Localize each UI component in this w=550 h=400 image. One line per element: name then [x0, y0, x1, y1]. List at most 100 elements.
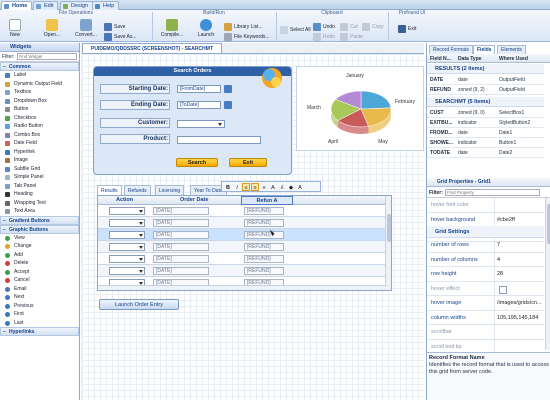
tab-edit[interactable]: Edit — [33, 1, 59, 10]
field-row[interactable]: TODATE date Date2 — [427, 148, 544, 158]
product-field[interactable] — [177, 136, 261, 144]
widget-item[interactable]: Label — [0, 71, 79, 80]
file-keywords-button[interactable]: File Keywords... — [224, 33, 270, 41]
graphic-button-item[interactable]: Email — [0, 285, 79, 294]
section-results[interactable]: RESULTS (2 Items) — [427, 64, 544, 74]
widget-item[interactable]: Simple Panel — [0, 173, 79, 182]
tab-refunds[interactable]: Refunds — [124, 185, 151, 195]
starting-date-field[interactable]: [FromDate] — [177, 85, 221, 93]
property-row[interactable]: row height 28 — [427, 267, 544, 282]
widget-item[interactable]: Textbox — [0, 88, 79, 97]
field-row[interactable]: SHOWE... indicator Button1 — [427, 138, 544, 148]
graphic-button-item[interactable]: First — [0, 310, 79, 319]
grid-horizontal-scrollbar[interactable] — [98, 285, 387, 290]
font-button[interactable]: ʎ — [278, 183, 286, 191]
graphic-button-item[interactable]: View — [0, 234, 79, 243]
exit-screen-button[interactable]: Exit — [229, 158, 267, 167]
widget-item[interactable]: Date Field — [0, 139, 79, 148]
widget-item[interactable]: Hyperlink — [0, 148, 79, 157]
property-value[interactable] — [497, 198, 544, 213]
graphic-button-item[interactable]: Cancel — [0, 276, 79, 285]
align-center-button[interactable]: ≡ — [251, 182, 259, 191]
tab-help[interactable]: Help — [92, 1, 120, 10]
graphic-button-item[interactable]: Previous — [0, 302, 79, 311]
graphic-button-item[interactable]: Next — [0, 293, 79, 302]
ending-date-field[interactable]: [ToDate] — [177, 101, 221, 109]
launch-order-entry-button[interactable]: Launch Order Entry — [99, 299, 179, 310]
font-size-button[interactable]: A — [269, 183, 277, 191]
search-button[interactable]: Search — [176, 158, 218, 167]
property-value[interactable] — [497, 325, 544, 340]
field-row[interactable]: DATE date OutputField — [427, 75, 544, 85]
field-row[interactable]: REFUND zoned (9, 2) OutputField — [427, 85, 544, 95]
section-searchmt[interactable]: SEARCHMT (5 Items) — [427, 97, 544, 107]
compile-button[interactable]: Compile... — [158, 19, 186, 38]
graphic-button-item[interactable]: Accept — [0, 268, 79, 277]
property-row[interactable]: scrollbar — [427, 325, 544, 340]
property-filter-input[interactable] — [444, 189, 540, 196]
widget-item[interactable]: Heading — [0, 190, 79, 199]
document-tab[interactable]: PUIDEMO/QDDSSRC (SCREENSHOT) - SEARCHMT — [82, 43, 222, 53]
convert-button[interactable]: Convert... — [73, 19, 99, 38]
property-value[interactable]: 4 — [497, 253, 544, 268]
order-grid[interactable]: Action Order Date Refun A [DATE] [REFUND]… — [97, 195, 392, 291]
property-value[interactable] — [497, 282, 544, 297]
grid-vertical-scrollbar[interactable] — [385, 196, 391, 290]
field-row[interactable]: CUST zoned (9, 0) SelectBox1 — [427, 108, 544, 118]
action-select[interactable] — [109, 219, 145, 227]
align-right-button[interactable]: ≡ — [260, 183, 268, 191]
widget-item[interactable]: Dropdown Box — [0, 97, 79, 106]
widget-item[interactable]: Subfile Grid — [0, 165, 79, 174]
widget-filter-input[interactable] — [16, 53, 77, 60]
widget-item[interactable]: Radio Button — [0, 122, 79, 131]
tab-licensing[interactable]: Licensing — [155, 185, 185, 195]
action-select[interactable] — [109, 267, 145, 275]
category-graphic-buttons[interactable]: Graphic Buttons — [0, 224, 79, 234]
undo-button[interactable]: Undo — [313, 23, 335, 31]
property-value[interactable]: 28 — [497, 267, 544, 282]
property-row[interactable]: hover image/images/grids/cn... — [427, 296, 544, 311]
calendar-icon[interactable] — [224, 85, 232, 93]
launch-button[interactable]: Launch — [194, 19, 218, 38]
table-row[interactable]: [DATE] [REFUND] — [98, 217, 387, 229]
pie-chart-widget[interactable]: January February March April May — [296, 66, 424, 151]
widget-item[interactable]: Text Area — [0, 207, 79, 216]
col-header-action[interactable]: Action — [116, 196, 133, 205]
open-button[interactable]: Open... — [41, 19, 63, 38]
widget-item[interactable]: Dynamic Output Field — [0, 80, 79, 89]
select-all-button[interactable]: Select All — [280, 26, 311, 34]
graphic-button-item[interactable]: Last — [0, 319, 79, 328]
exit-button[interactable]: Exit — [398, 25, 416, 33]
graphic-button-item[interactable]: Delete — [0, 259, 79, 268]
properties-scrollbar[interactable] — [545, 198, 550, 350]
widget-item[interactable]: Combo Box — [0, 131, 79, 140]
graphic-button-item[interactable]: Add — [0, 251, 79, 260]
property-value[interactable]: 105,195,145,184 — [497, 311, 544, 326]
graphic-button-item[interactable]: Change — [0, 242, 79, 251]
customer-select[interactable] — [177, 120, 225, 128]
font-color-icon[interactable]: A — [296, 183, 304, 191]
redo-button[interactable]: Redo — [313, 33, 335, 41]
library-list-button[interactable]: Library List... — [224, 23, 263, 31]
action-select[interactable] — [109, 243, 145, 251]
field-row[interactable]: FROMD... date Date1 — [427, 128, 544, 138]
table-row[interactable]: [DATE] [REFUND] — [98, 253, 387, 265]
new-button[interactable]: New — [4, 19, 26, 38]
table-row[interactable]: [DATE] [REFUND] — [98, 265, 387, 277]
fill-color-icon[interactable]: ◆ — [287, 183, 295, 191]
align-left-button[interactable]: ≡ — [242, 182, 250, 191]
tab-home[interactable]: Home — [1, 1, 33, 10]
property-value[interactable]: 7 — [497, 238, 544, 253]
table-row[interactable]: [DATE] [REFUND] — [98, 241, 387, 253]
field-row[interactable]: EXITBU... indicator StyledButton2 — [427, 118, 544, 128]
property-value[interactable]: #cbe2ff — [497, 213, 544, 228]
property-row[interactable]: hover font color — [427, 198, 544, 213]
property-value[interactable]: /images/grids/cn... — [497, 296, 544, 311]
copy-button[interactable]: Copy — [362, 23, 384, 31]
calendar-icon[interactable] — [224, 101, 232, 109]
action-select[interactable] — [109, 207, 145, 215]
property-row[interactable]: number of columns 4 — [427, 252, 544, 268]
italic-button[interactable]: I — [233, 183, 241, 191]
save-button[interactable]: Save — [104, 23, 125, 31]
section-grid-settings[interactable]: Grid Settings — [427, 226, 544, 238]
